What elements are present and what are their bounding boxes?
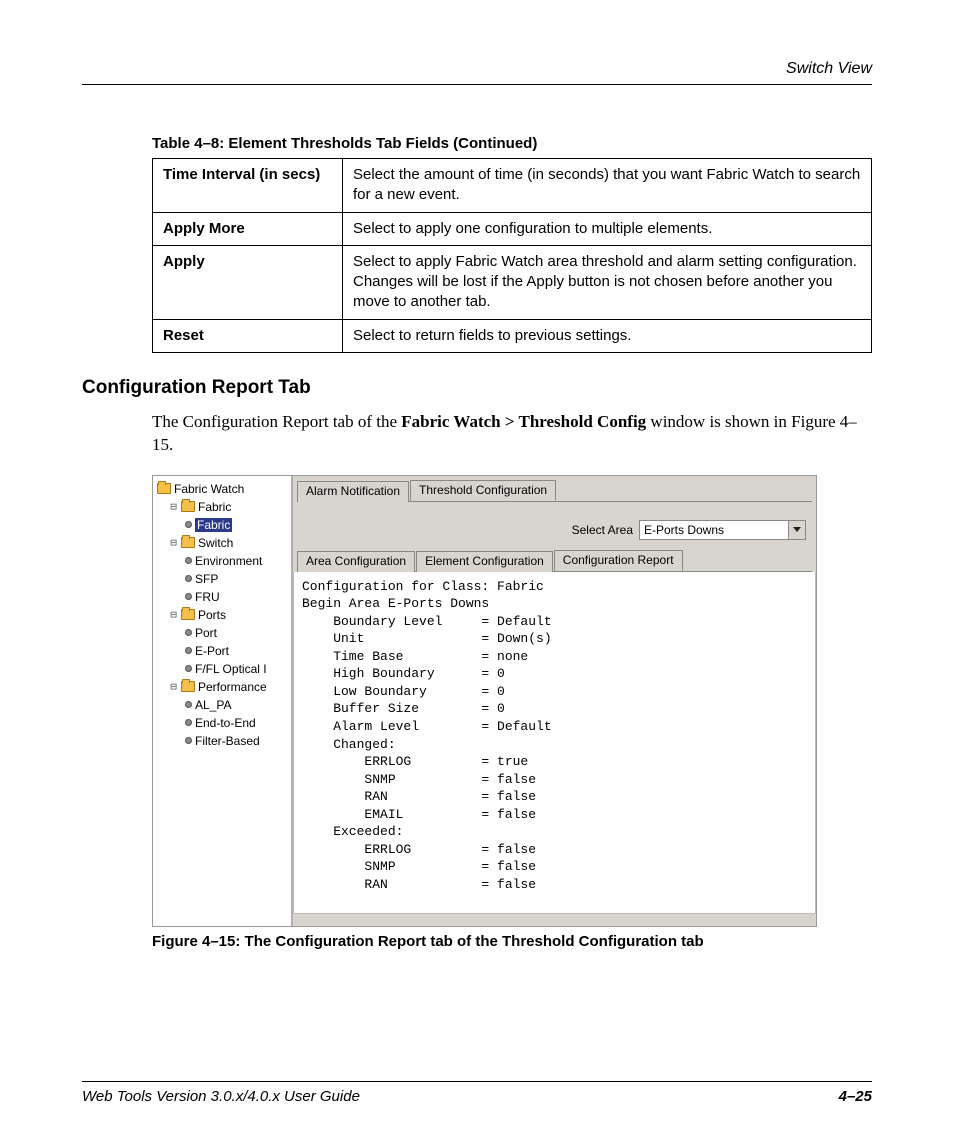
tree-label: FRU (195, 590, 220, 604)
field-desc: Select to apply one configuration to mul… (343, 212, 872, 245)
tree-root[interactable]: Fabric Watch (157, 480, 289, 498)
table-row: Reset Select to return fields to previou… (153, 319, 872, 352)
tree-group-performance[interactable]: ⊟ Performance (169, 678, 289, 696)
field-name: Time Interval (in secs) (153, 159, 343, 213)
para-bold: Fabric Watch > Threshold Config (401, 412, 646, 431)
tree-pane: Fabric Watch ⊟ Fabric Fabric ⊟ Switch En… (153, 476, 293, 926)
tree-label: End-to-End (195, 716, 256, 730)
select-area-value[interactable]: E-Ports Downs (639, 520, 789, 540)
node-icon (185, 665, 192, 672)
collapse-icon[interactable]: ⊟ (169, 536, 178, 549)
node-icon (185, 593, 192, 600)
tree-item-endtoend[interactable]: End-to-End (185, 714, 289, 732)
tree-group-ports[interactable]: ⊟ Ports (169, 606, 289, 624)
thresholds-table: Time Interval (in secs) Select the amoun… (152, 158, 872, 353)
tree-item-ffl[interactable]: F/FL Optical I (185, 660, 289, 678)
tree-item-eport[interactable]: E-Port (185, 642, 289, 660)
tree-item-filterbased[interactable]: Filter-Based (185, 732, 289, 750)
tree-group-switch[interactable]: ⊟ Switch (169, 534, 289, 552)
tab-threshold-configuration[interactable]: Threshold Configuration (410, 480, 556, 501)
tabs-sub: Area Configuration Element Configuration… (297, 550, 812, 572)
tab-configuration-report[interactable]: Configuration Report (554, 550, 683, 571)
node-icon (185, 647, 192, 654)
node-icon (185, 521, 192, 528)
node-icon (185, 557, 192, 564)
node-icon (185, 575, 192, 582)
tabs-top: Alarm Notification Threshold Configurati… (297, 480, 812, 502)
field-name: Apply More (153, 212, 343, 245)
node-icon (185, 629, 192, 636)
tree-item-fabric[interactable]: Fabric (185, 516, 289, 534)
select-area-label: Select Area (572, 523, 633, 537)
tree-label: Fabric Watch (174, 482, 244, 496)
field-desc: Select to apply Fabric Watch area thresh… (343, 245, 872, 319)
field-name: Reset (153, 319, 343, 352)
tree-label-selected: Fabric (195, 518, 232, 532)
select-area-row: Select Area E-Ports Downs (293, 502, 816, 550)
dropdown-button[interactable] (789, 520, 806, 540)
tree-item-environment[interactable]: Environment (185, 552, 289, 570)
tree-item-alpa[interactable]: AL_PA (185, 696, 289, 714)
tree-label: E-Port (195, 644, 229, 658)
section-heading: Configuration Report Tab (82, 377, 872, 399)
table-row: Apply More Select to apply one configura… (153, 212, 872, 245)
screenshot-figure: Fabric Watch ⊟ Fabric Fabric ⊟ Switch En… (152, 475, 817, 927)
tree-group-fabric[interactable]: ⊟ Fabric (169, 498, 289, 516)
page-header: Switch View (82, 60, 872, 85)
tree-label: Filter-Based (195, 734, 260, 748)
tree-label: Fabric (198, 500, 231, 514)
tree-label: AL_PA (195, 698, 231, 712)
folder-icon (181, 609, 195, 620)
field-desc: Select the amount of time (in seconds) t… (343, 159, 872, 213)
node-icon (185, 701, 192, 708)
tree-label: F/FL Optical I (195, 662, 267, 676)
tree-label: Port (195, 626, 217, 640)
right-pane: Alarm Notification Threshold Configurati… (293, 476, 816, 926)
chevron-down-icon (793, 527, 801, 532)
tab-alarm-notification[interactable]: Alarm Notification (297, 481, 409, 502)
folder-icon (157, 483, 171, 494)
para-pre: The Configuration Report tab of the (152, 412, 401, 431)
tree-label: Ports (198, 608, 226, 622)
collapse-icon[interactable]: ⊟ (169, 500, 178, 513)
table-caption: Table 4–8: Element Thresholds Tab Fields… (152, 135, 872, 152)
collapse-icon[interactable]: ⊟ (169, 608, 178, 621)
tree-item-fru[interactable]: FRU (185, 588, 289, 606)
tree-item-sfp[interactable]: SFP (185, 570, 289, 588)
tree-label: Switch (198, 536, 233, 550)
tree-label: Performance (198, 680, 267, 694)
folder-icon (181, 501, 195, 512)
footer-page-number: 4–25 (839, 1088, 872, 1105)
tree-item-port[interactable]: Port (185, 624, 289, 642)
field-desc: Select to return fields to previous sett… (343, 319, 872, 352)
node-icon (185, 719, 192, 726)
field-name: Apply (153, 245, 343, 319)
tree-label: SFP (195, 572, 218, 586)
tab-area-configuration[interactable]: Area Configuration (297, 551, 415, 572)
tree-label: Environment (195, 554, 262, 568)
folder-icon (181, 681, 195, 692)
folder-icon (181, 537, 195, 548)
table-row: Time Interval (in secs) Select the amoun… (153, 159, 872, 213)
body-paragraph: The Configuration Report tab of the Fabr… (152, 411, 872, 457)
table-row: Apply Select to apply Fabric Watch area … (153, 245, 872, 319)
node-icon (185, 737, 192, 744)
footer-left: Web Tools Version 3.0.x/4.0.x User Guide (82, 1088, 360, 1105)
page-footer: Web Tools Version 3.0.x/4.0.x User Guide… (82, 1081, 872, 1105)
tab-element-configuration[interactable]: Element Configuration (416, 551, 553, 572)
select-area-dropdown[interactable]: E-Ports Downs (639, 520, 806, 540)
collapse-icon[interactable]: ⊟ (169, 680, 178, 693)
figure-caption: Figure 4–15: The Configuration Report ta… (152, 933, 817, 950)
header-section-label: Switch View (82, 60, 872, 78)
configuration-report-text: Configuration for Class: Fabric Begin Ar… (293, 572, 816, 914)
